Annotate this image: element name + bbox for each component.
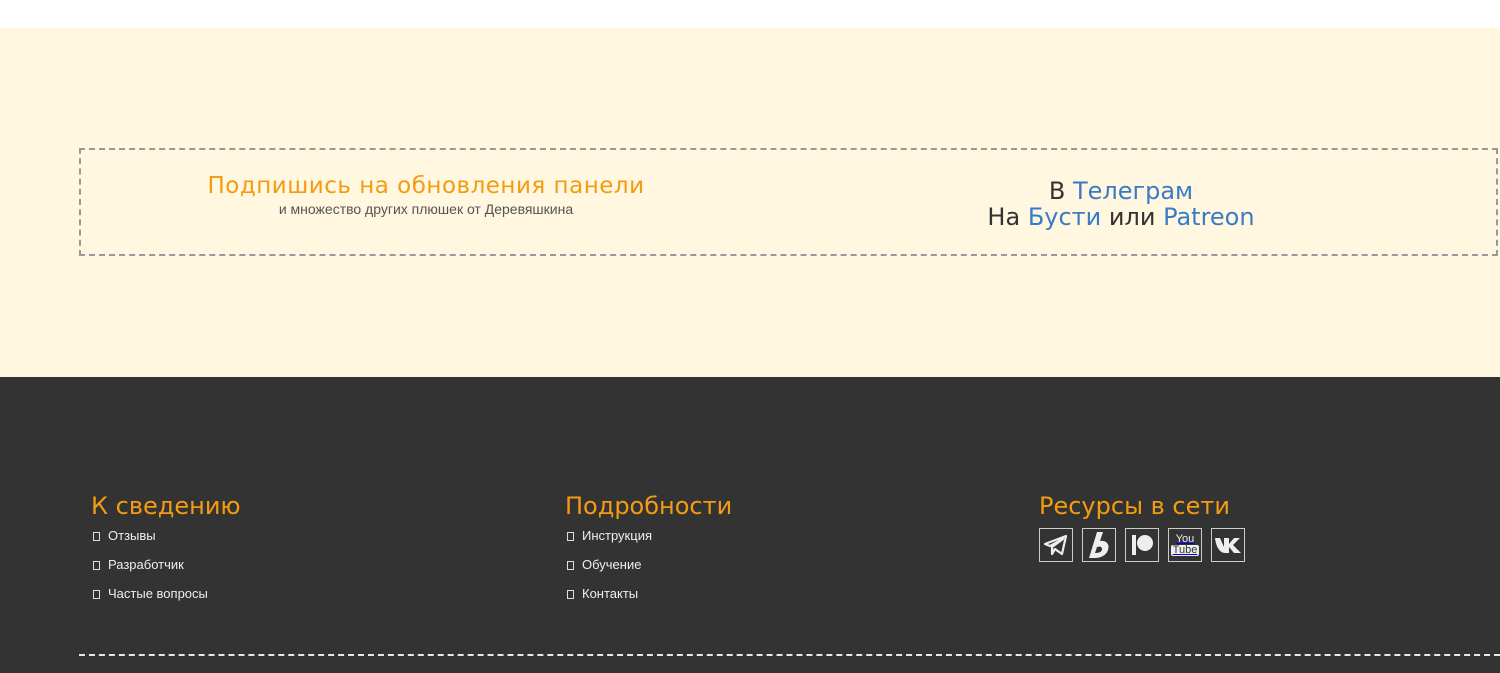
- bullet-icon: [93, 532, 100, 541]
- boosty-patreon-line: На Бусти или Patreon: [861, 204, 1381, 230]
- patreon-link[interactable]: Patreon: [1163, 203, 1255, 231]
- footer-heading-info: К сведению: [91, 492, 241, 520]
- youtube-icon[interactable]: You Tube: [1168, 528, 1202, 562]
- subscribe-text: Подпишись на обновления панели и множест…: [181, 172, 671, 218]
- footer-link-faq[interactable]: Частые вопросы: [91, 586, 241, 615]
- footer-link-contacts[interactable]: Контакты: [565, 586, 732, 615]
- site-footer: К сведению Отзывы Разработчик Частые воп…: [0, 377, 1500, 673]
- patreon-icon[interactable]: [1125, 528, 1159, 562]
- footer-list-info: Отзывы Разработчик Частые вопросы: [91, 528, 241, 615]
- footer-list-details: Инструкция Обучение Контакты: [565, 528, 732, 615]
- subscribe-links: В Телеграм На Бусти или Patreon: [861, 178, 1381, 230]
- footer-column-info: К сведению Отзывы Разработчик Частые воп…: [91, 492, 241, 615]
- footer-heading-resources: Ресурсы в сети: [1039, 492, 1230, 520]
- boosty-icon[interactable]: [1082, 528, 1116, 562]
- bullet-icon: [567, 561, 574, 570]
- bullet-icon: [93, 590, 100, 599]
- social-icons: You Tube: [1039, 528, 1245, 562]
- footer-link-label: Отзывы: [108, 528, 156, 543]
- or-text: или: [1101, 203, 1164, 231]
- footer-link-developer[interactable]: Разработчик: [91, 557, 241, 586]
- subscribe-box: Подпишись на обновления панели и множест…: [79, 148, 1498, 256]
- footer-link-label: Разработчик: [108, 557, 184, 572]
- telegram-link[interactable]: Телеграм: [1073, 177, 1193, 205]
- bullet-icon: [567, 590, 574, 599]
- footer-link-label: Инструкция: [582, 528, 652, 543]
- footer-heading-details: Подробности: [565, 492, 733, 520]
- footer-link-label: Обучение: [582, 557, 642, 572]
- line2-prefix: На: [987, 203, 1028, 231]
- bullet-icon: [93, 561, 100, 570]
- footer-link-label: Контакты: [582, 586, 639, 601]
- footer-link-training[interactable]: Обучение: [565, 557, 732, 586]
- telegram-icon[interactable]: [1039, 528, 1073, 562]
- telegram-line: В Телеграм: [861, 178, 1381, 204]
- line1-prefix: В: [1048, 177, 1073, 205]
- subscribe-title: Подпишись на обновления панели: [207, 173, 645, 199]
- subscribe-section: Подпишись на обновления панели и множест…: [0, 28, 1500, 377]
- footer-link-instructions[interactable]: Инструкция: [565, 528, 732, 557]
- footer-link-reviews[interactable]: Отзывы: [91, 528, 241, 557]
- boosty-link[interactable]: Бусти: [1028, 203, 1101, 231]
- subscribe-subtitle: и множество других плюшек от Деревяшкина: [278, 201, 574, 217]
- vk-icon[interactable]: [1211, 528, 1245, 562]
- footer-divider: [79, 654, 1500, 656]
- footer-link-label: Частые вопросы: [108, 586, 208, 601]
- footer-column-details: Подробности Инструкция Обучение Контакты: [565, 492, 732, 615]
- bullet-icon: [567, 532, 574, 541]
- youtube-text-bottom: Tube: [1170, 544, 1200, 556]
- footer-column-resources: Ресурсы в сети You Tube: [1039, 492, 1245, 562]
